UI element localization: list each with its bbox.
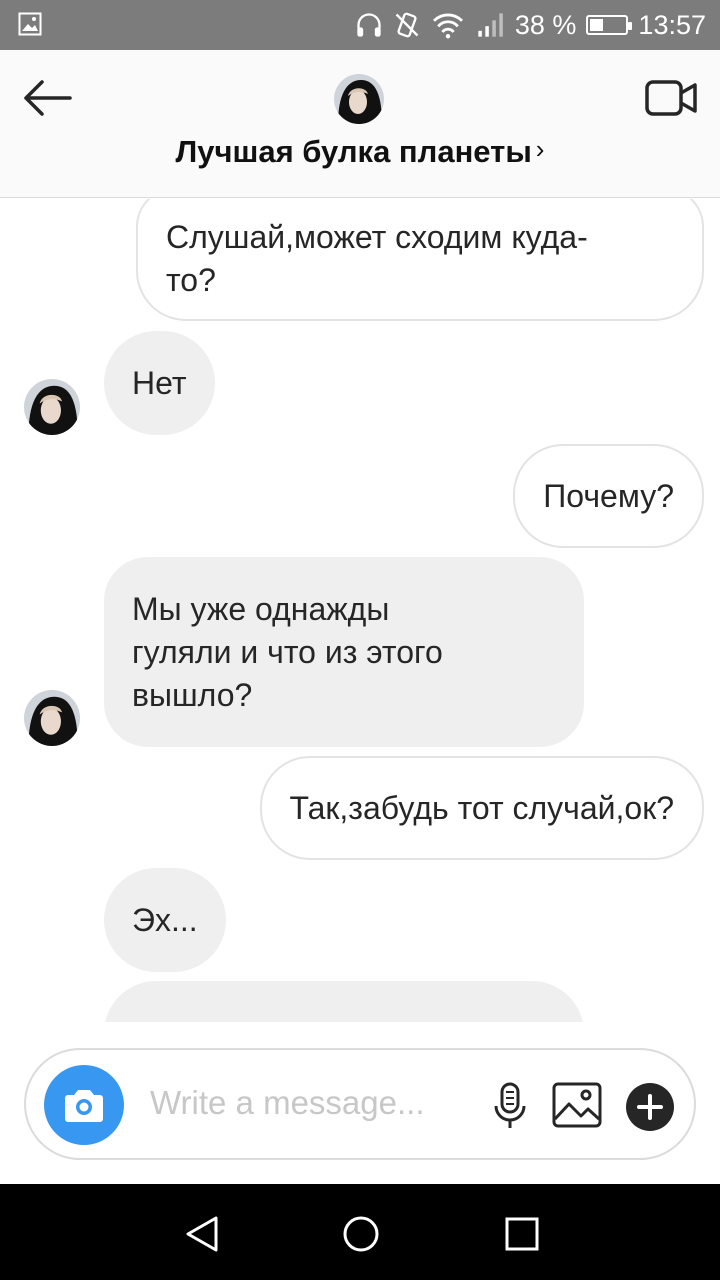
message-text: Эх... (132, 901, 198, 938)
nav-recents-icon[interactable] (502, 1214, 542, 1254)
message-text: Слушай,может сходим куда- то? (166, 206, 588, 302)
video-call-icon[interactable] (644, 78, 698, 118)
message-text: Почему? (543, 477, 674, 514)
battery-percent: 38 % (514, 9, 577, 40)
message-outgoing[interactable]: Слушай,может сходим куда- то? (136, 199, 704, 321)
message-incoming[interactable]: Мы уже однажды гуляли и что из этого выш… (104, 557, 584, 747)
signal-icon (478, 13, 503, 37)
wifi-icon (432, 13, 463, 39)
message-text: Нет (132, 364, 187, 401)
nav-back-icon[interactable] (182, 1214, 222, 1254)
camera-icon (65, 1090, 103, 1122)
message-line: то? (166, 262, 216, 298)
contact-name: Лучшая булка планеты (175, 134, 532, 169)
microphone-icon[interactable] (492, 1082, 528, 1130)
header-avatar[interactable] (334, 74, 384, 124)
system-navigation-bar (0, 1184, 720, 1280)
battery-icon (586, 15, 633, 35)
contact-avatar[interactable] (24, 379, 80, 435)
message-outgoing[interactable]: Почему? (513, 444, 704, 548)
status-bar: 38 % 13:57 (0, 0, 720, 50)
contact-avatar[interactable] (24, 690, 80, 746)
nav-home-icon[interactable] (341, 1214, 381, 1254)
message-composer: Write a message... (24, 1048, 696, 1160)
message-outgoing[interactable]: Так,забудь тот случай,ок? (259, 756, 704, 860)
message-incoming-partial[interactable] (104, 981, 584, 1022)
message-line: Мы уже однажды (132, 590, 390, 627)
message-incoming[interactable]: Нет (104, 331, 215, 435)
message-line: вышло? (132, 676, 253, 713)
message-line: Слушай,может сходим куда- (166, 219, 588, 255)
gallery-icon[interactable] (552, 1082, 602, 1128)
vibrate-icon (395, 12, 419, 38)
message-text: Мы уже однажды гуляли и что из этого выш… (132, 588, 443, 717)
gallery-notification-icon (18, 12, 42, 36)
back-arrow-icon[interactable] (20, 76, 76, 120)
headphones-icon (357, 13, 381, 37)
message-incoming[interactable]: Эх... (104, 868, 226, 972)
chevron-right-icon: › (535, 134, 545, 164)
battery-level (590, 19, 604, 31)
message-input[interactable]: Write a message... (150, 1084, 425, 1122)
camera-button[interactable] (44, 1065, 124, 1145)
conversation-title[interactable]: Лучшая булка планеты › (0, 134, 720, 170)
plus-icon[interactable] (626, 1083, 674, 1131)
message-text: Так,забудь тот случай,ок? (289, 789, 675, 826)
message-line: гуляли и что из этого (132, 633, 443, 670)
conversation-header: Лучшая булка планеты › (0, 50, 720, 198)
message-thread[interactable]: Слушай,может сходим куда- то? Нет Почему… (0, 199, 720, 1022)
clock: 13:57 (638, 9, 706, 40)
